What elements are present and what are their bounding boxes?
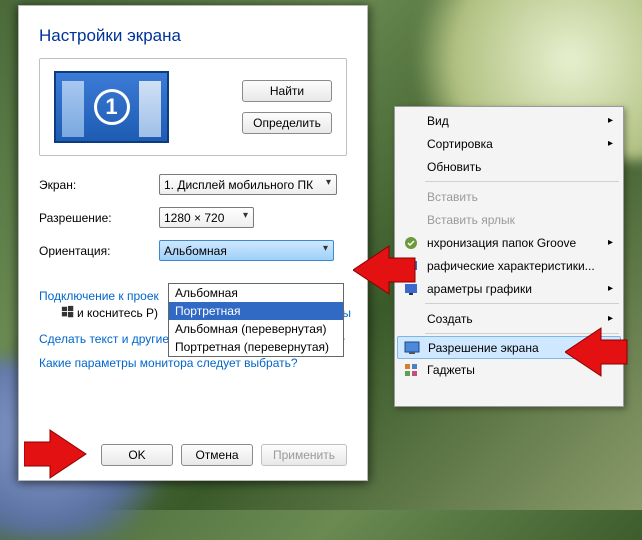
orientation-label: Ориентация: [39, 244, 159, 258]
orientation-option[interactable]: Альбомная [169, 284, 343, 302]
context-menu-item-label: Гаджеты [427, 363, 475, 377]
context-menu-item: Вставить ярлык [397, 208, 621, 231]
context-menu-item[interactable] [397, 381, 621, 404]
cancel-button[interactable]: Отмена [181, 444, 253, 466]
window-title: Настройки экрана [39, 26, 347, 46]
win-key-icon [61, 305, 75, 319]
monitor-params-link[interactable]: Какие параметры монитора следует выбрать… [39, 356, 347, 370]
context-menu-item-label: Разрешение экрана [428, 341, 539, 355]
context-menu-item-label: Вставить ярлык [427, 213, 515, 227]
context-menu-item[interactable]: Обновить [397, 155, 621, 178]
resolution-label: Разрешение: [39, 211, 159, 225]
monitor-thumbnail[interactable]: 1 [54, 71, 169, 143]
context-menu-separator [425, 303, 619, 304]
context-menu-item-label: нхронизация папок Groove [427, 236, 576, 250]
context-menu-item-label: Создать [427, 312, 473, 326]
orientation-dropdown[interactable]: Альбомная Портретная Альбомная (переверн… [168, 283, 344, 357]
context-menu-item[interactable]: Сортировка [397, 132, 621, 155]
orientation-option[interactable]: Портретная (перевернутая) [169, 338, 343, 356]
context-menu-item[interactable]: рафические характеристики... [397, 254, 621, 277]
gadget-icon [403, 362, 419, 378]
screen-select[interactable] [159, 174, 337, 195]
orientation-select[interactable] [159, 240, 334, 261]
annotation-arrow-orientation [353, 243, 417, 297]
context-menu-item-label: Вставить [427, 190, 478, 204]
context-menu-item-label: рафические характеристики... [427, 259, 595, 273]
annotation-arrow-ok [24, 427, 88, 481]
find-button[interactable]: Найти [242, 80, 332, 102]
orientation-option[interactable]: Альбомная (перевернутая) [169, 320, 343, 338]
display-preview-box: 1 Найти Определить [39, 58, 347, 156]
context-menu-separator [425, 181, 619, 182]
context-menu-item[interactable]: нхронизация папок Groove [397, 231, 621, 254]
context-menu-item[interactable]: араметры графики [397, 277, 621, 300]
context-menu-item[interactable]: Вид [397, 109, 621, 132]
screen-label: Экран: [39, 178, 159, 192]
detect-button[interactable]: Определить [242, 112, 332, 134]
context-menu-item: Вставить [397, 185, 621, 208]
context-menu-item-label: Вид [427, 114, 449, 128]
display-settings-window: Настройки экрана 1 Найти Определить Экра… [18, 5, 368, 481]
ok-button[interactable]: OK [101, 444, 173, 466]
apply-button[interactable]: Применить [261, 444, 347, 466]
context-menu-item-label: араметры графики [427, 282, 532, 296]
monitor-number: 1 [94, 89, 130, 125]
context-menu-item-label: Сортировка [427, 137, 493, 151]
projector-link[interactable]: Подключение к проек [39, 289, 159, 303]
res-icon [404, 340, 420, 356]
annotation-arrow-resolution [565, 325, 629, 379]
orientation-option[interactable]: Портретная [169, 302, 343, 320]
context-menu-item-label: Обновить [427, 160, 481, 174]
resolution-select[interactable] [159, 207, 254, 228]
